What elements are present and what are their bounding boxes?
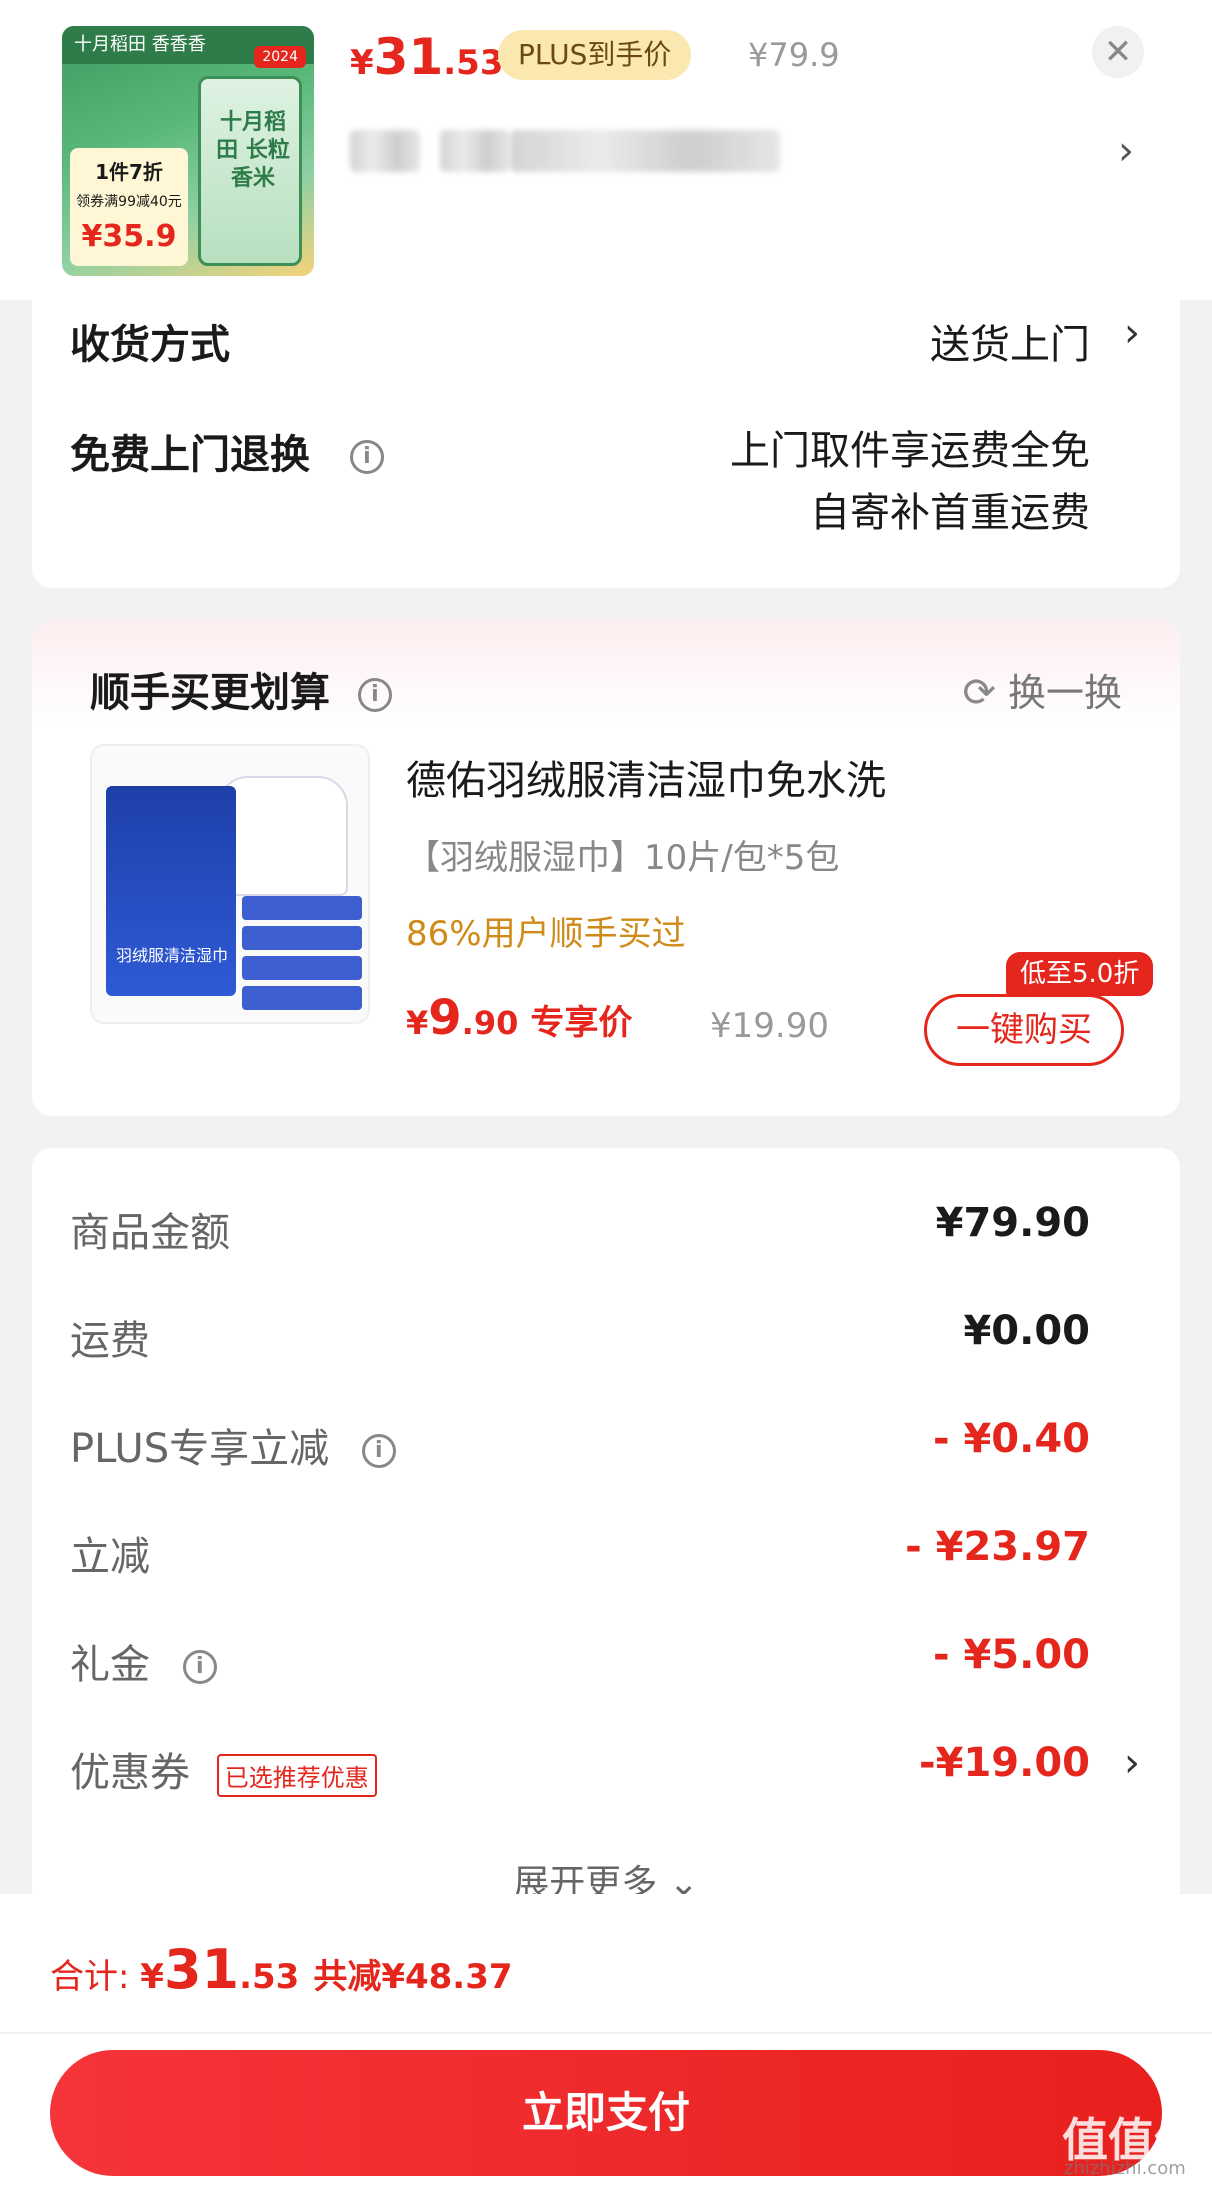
recommend-price-dec: .90: [461, 1004, 519, 1042]
header-original-price: ¥79.9: [748, 36, 840, 74]
price-row-value: - ¥0.40: [932, 1416, 1090, 1462]
close-icon: ✕: [1103, 32, 1133, 72]
thumbnail-promo-line2: 领券满99减40元: [76, 194, 182, 210]
thumbnail-promo-price: ¥35.9: [81, 219, 177, 254]
total-dec: .53: [239, 1957, 300, 1997]
product-header: 十月稻田 香香香 2024 1件7折 领券满99减40元 ¥35.9 十月稻田 …: [0, 0, 1212, 300]
total-int: 31: [163, 1938, 240, 2001]
price-row-label: 运费: [70, 1318, 150, 1364]
recommend-title: 顺手买更划算 i: [90, 660, 392, 718]
free-return-label: 免费上门退换 i: [70, 422, 384, 480]
refresh-icon: ⟳: [962, 670, 996, 716]
price-row-label: PLUS专享立减 i: [70, 1416, 396, 1474]
recommended-coupon-tag: 已选推荐优惠: [216, 1753, 377, 1797]
price-row-label-text: 优惠券: [70, 1750, 190, 1796]
total-saved: 共减¥48.37: [313, 1957, 513, 1997]
price-row-value: - ¥23.97: [905, 1524, 1090, 1570]
info-icon[interactable]: i: [182, 1650, 217, 1684]
free-return-line2: 自寄补首重运费: [810, 490, 1090, 536]
delivery-method-value[interactable]: 送货上门: [930, 312, 1090, 370]
recommend-price-tag: 专享价: [530, 1003, 633, 1043]
recommend-original-price: ¥19.90: [710, 1006, 829, 1046]
recommend-title-text: 顺手买更划算: [90, 670, 330, 716]
shipping-card: 收货方式 送货上门 › 免费上门退换 i 上门取件享运费全免 自寄补首重运费: [32, 300, 1180, 588]
wipes-pack-2: [242, 926, 362, 950]
recommend-product-spec: 【羽绒服湿巾】10片/包*5包: [406, 838, 840, 878]
recommend-price: ¥9.90 专享价: [406, 990, 632, 1046]
info-icon[interactable]: i: [361, 1434, 396, 1468]
spec-chevron-icon[interactable]: ›: [1118, 128, 1134, 174]
price-row-coupon[interactable]: 优惠券 已选推荐优惠 -¥19.00 ›: [32, 1740, 1180, 1800]
wipes-pack-3: [242, 956, 362, 980]
recommend-card: 顺手买更划算 i ⟳ 换一换 羽绒服清洁湿巾 德佑羽绒服清洁湿巾免水洗 【羽绒服湿…: [32, 620, 1180, 1116]
one-click-buy-button[interactable]: 一键购买: [924, 994, 1124, 1066]
discount-badge: 低至5.0折: [1006, 952, 1154, 996]
price-row-value: ¥0.00: [963, 1308, 1090, 1354]
blurred-spec-1: [350, 130, 420, 172]
total-currency: ¥: [140, 1957, 164, 1997]
close-button[interactable]: ✕: [1092, 26, 1144, 78]
price-row-gift-money: 礼金 i - ¥5.00: [32, 1632, 1180, 1692]
wipes-pack-1: [242, 896, 362, 920]
thumbnail-promo-line1: 1件7折: [95, 160, 163, 184]
pay-now-button[interactable]: 立即支付: [50, 2050, 1162, 2176]
order-total: 合计: ¥31.53 共减¥48.37: [50, 1938, 513, 2001]
header-price-int: 31: [373, 28, 444, 86]
recommend-product-image[interactable]: 羽绒服清洁湿巾: [90, 744, 370, 1024]
header-price-currency: ¥: [350, 43, 374, 83]
price-row-label: 优惠券 已选推荐优惠: [70, 1740, 377, 1798]
blurred-spec-2: [440, 130, 510, 172]
blurred-spec-3: [510, 130, 780, 172]
plus-price-chip: PLUS到手价: [498, 30, 692, 80]
wipes-pack-label: 羽绒服清洁湿巾: [115, 946, 228, 965]
price-row-label: 立减: [70, 1534, 150, 1580]
price-row-plus-discount: PLUS专享立减 i - ¥0.40: [32, 1416, 1180, 1476]
free-return-text: 免费上门退换: [70, 432, 310, 478]
price-row-instant-discount: 立减 - ¥23.97: [32, 1524, 1180, 1584]
price-row-value: -¥19.00: [919, 1740, 1090, 1786]
price-row-label-text: PLUS专享立减: [70, 1426, 330, 1472]
recommend-product-name[interactable]: 德佑羽绒服清洁湿巾免水洗: [406, 748, 886, 806]
free-return-line1: 上门取件享运费全免: [730, 428, 1090, 474]
swap-button[interactable]: ⟳ 换一换: [962, 662, 1122, 717]
checkout-bar: 合计: ¥31.53 共减¥48.37 立即支付: [0, 1894, 1212, 2186]
price-row-label-text: 礼金: [70, 1642, 150, 1688]
recommend-price-int: 9: [428, 990, 462, 1046]
divider: [0, 2032, 1212, 2034]
price-row-value: - ¥5.00: [932, 1632, 1090, 1678]
recommend-price-currency: ¥: [406, 1004, 429, 1042]
price-row-value: ¥79.90: [935, 1200, 1090, 1246]
thumbnail-promo: 1件7折 领券满99减40元 ¥35.9: [70, 148, 188, 266]
total-label: 合计:: [50, 1957, 141, 1997]
thumbnail-badge: 2024: [254, 46, 306, 68]
wipes-sheet: [218, 776, 348, 896]
wipes-pack-4: [242, 986, 362, 1010]
info-icon[interactable]: i: [357, 678, 392, 712]
price-row-label: 礼金 i: [70, 1632, 217, 1690]
info-icon[interactable]: i: [349, 440, 384, 474]
price-row-shipping: 运费 ¥0.00: [32, 1308, 1180, 1368]
price-row-goods: 商品金额 ¥79.90: [32, 1200, 1180, 1260]
rice-bag-text: 十月稻田 长粒香米: [216, 110, 290, 191]
recommend-social-proof: 86%用户顺手买过: [406, 914, 686, 954]
rice-bag-image: 十月稻田 长粒香米: [198, 76, 302, 266]
coupon-chevron-icon[interactable]: ›: [1124, 1740, 1140, 1786]
watermark-url: zhizhizhi.com: [1064, 2158, 1186, 2179]
product-thumbnail[interactable]: 十月稻田 香香香 2024 1件7折 领券满99减40元 ¥35.9 十月稻田 …: [62, 26, 314, 276]
price-breakdown-card: 商品金额 ¥79.90 运费 ¥0.00 PLUS专享立减 i - ¥0.40 …: [32, 1148, 1180, 1908]
delivery-method-label: 收货方式: [70, 322, 230, 368]
swap-label: 换一换: [1007, 671, 1122, 715]
price-row-label: 商品金额: [70, 1210, 230, 1256]
header-price: ¥31.53: [350, 28, 504, 86]
delivery-chevron-icon[interactable]: ›: [1124, 310, 1140, 356]
header-price-dec: .53: [443, 43, 504, 83]
